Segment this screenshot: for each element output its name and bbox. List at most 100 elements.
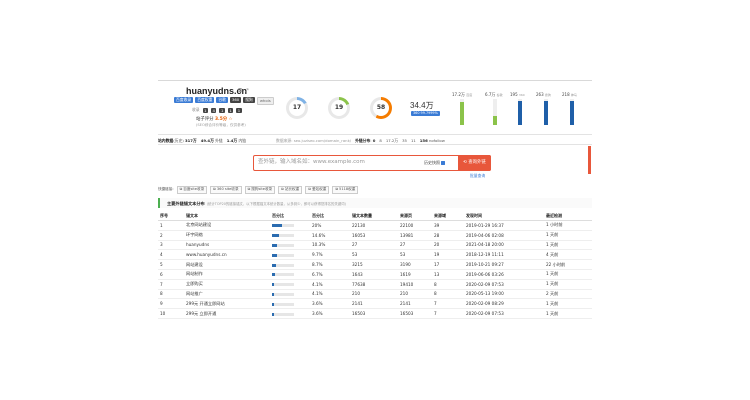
percent-bar-fill (272, 273, 276, 277)
row-domains: 7 (432, 308, 464, 319)
row-pages: 1619 (398, 269, 432, 280)
row-anchor[interactable]: 网站推广 (184, 289, 270, 300)
table-row: 5 网站建设 8.7% 3215 3190 17 2019-10-21 09:27 22 小时… (158, 259, 592, 270)
bar-360-sub: 360 (518, 93, 525, 97)
gauge-3: 58 (370, 97, 392, 119)
row-percent: 9.7% (310, 249, 350, 261)
row-percent-bar (270, 249, 310, 261)
bar-360-track (518, 99, 522, 125)
row-found: 2019-01-29 16:37 (464, 220, 544, 231)
row-count: 22130 (350, 220, 398, 231)
total-links-badge: 360 99.7999% (411, 111, 440, 116)
quick-link-baidu-site[interactable]: ⧉ 百度site收录 (176, 186, 208, 194)
row-index: 1 (158, 220, 184, 231)
row-domains: 8 (432, 289, 464, 300)
gauge-2: 19 (328, 97, 350, 119)
star-icon: ☆ (228, 117, 233, 122)
quick-link-5118-weight[interactable]: ⧉ 5118权重 (332, 186, 359, 194)
row-anchor[interactable]: 299元 立即开通 (184, 308, 270, 319)
row-anchor[interactable]: 299元 开通立即网站 (184, 298, 270, 310)
table-row: 7 立即购买 4.1% 77638 19410 8 2020-02-09 07:53 1 天前 (158, 279, 592, 290)
row-checked: 1 小时前 (544, 220, 592, 231)
total-links-value: 34.4万 (410, 101, 434, 110)
quick-links: 快捷链接: ⧉ 百度site收录 ⧉ 360 site收录 ⧉ 搜狗site收录… (158, 186, 359, 194)
percent-bar (272, 273, 294, 277)
table-row: 4 www.huanyudns.cn 9.7% 53 53 19 2018-12-19 11… (158, 249, 592, 261)
top-divider (158, 80, 592, 81)
col-index: 序号 (158, 212, 184, 221)
search-input[interactable]: 查外链，输入域名如：www.example.com (258, 156, 418, 169)
checkbox-icon[interactable] (441, 161, 445, 165)
divider-1 (158, 134, 592, 135)
row-percent-bar (270, 298, 310, 310)
table-row: 6 网站制作 6.7% 1643 1619 13 2019-06-06 03:26 1 天前 (158, 269, 592, 280)
gauge-2-value: 19 (331, 100, 347, 116)
row-pages: 13981 (398, 230, 432, 241)
index-num-1: 1 (202, 107, 209, 113)
section-title: 主要外链锚文本分布 (167, 200, 205, 206)
batch-query-link[interactable]: 批量查询 (470, 173, 485, 179)
percent-bar-fill (272, 292, 274, 296)
row-anchor[interactable]: 北京网站建设 (184, 220, 270, 231)
row-count: 16053 (350, 230, 398, 241)
row-count: 27 (350, 240, 398, 251)
quick-link-aizhan-weight[interactable]: ⧉ 爱站权重 (305, 186, 330, 194)
quick-link-360-site[interactable]: ⧉ 360 site收录 (210, 186, 242, 194)
copy-link-icon[interactable]: ⧉ ↗ (238, 87, 249, 95)
row-percent: 14.6% (310, 230, 350, 241)
row-anchor[interactable]: 网站制作 (184, 269, 270, 280)
row-percent-bar (270, 259, 310, 270)
bar-360-fill (518, 101, 522, 125)
index-num-4: 1 (227, 107, 234, 113)
badge-360[interactable]: 360 (229, 97, 242, 103)
row-found: 2020-02-09 08:29 (464, 298, 544, 310)
row-anchor[interactable]: www.huanyudns.cn (184, 249, 270, 261)
table-row: 10 299元 立即开通 3.6% 16503 16503 7 2020-02-09 07:… (158, 308, 592, 319)
percent-bar-fill (272, 283, 274, 287)
gauge-3-value: 58 (373, 100, 389, 116)
row-index: 6 (158, 269, 184, 280)
row-found: 2020-05-13 19:00 (464, 289, 544, 300)
quick-link-sogou-site[interactable]: ⧉ 搜狗site收录 (244, 186, 276, 194)
badge-baidu-index[interactable]: 百度收录 (174, 97, 194, 103)
anchor-table: 序号 锚文本 百分比 百分比 锚文本数量 来源页 来源域 发现时间 最近检测 1… (158, 212, 592, 319)
row-found: 2019-04-06 02:08 (464, 230, 544, 241)
badge-baidu-weight[interactable]: 百度权重 (195, 97, 215, 103)
table-body: 1 北京网站建设 20% 22130 22100 39 2019-01-29 16:37 1 … (158, 220, 592, 319)
row-index: 5 (158, 259, 184, 270)
index-row: 收录 1 4 1 1 1 (192, 107, 242, 113)
site-score: 站子评分 3.5分 ☆ (196, 116, 233, 122)
row-checked: 22 小时前 (544, 259, 592, 270)
badge-sogou[interactable]: 搜狗 (243, 97, 255, 103)
bar-baidu-fill (460, 101, 464, 125)
row-pages: 210 (398, 289, 432, 300)
row-anchor[interactable]: 环宇网络 (184, 230, 270, 241)
quick-link-chinaz-weight[interactable]: ⧉ 站长权重 (278, 186, 303, 194)
row-pages: 16503 (398, 308, 432, 319)
percent-bar-fill (272, 234, 280, 238)
row-checked: 1 天前 (544, 298, 592, 310)
percent-bar (272, 253, 294, 257)
row-percent: 20% (310, 220, 350, 231)
gauge-1-value: 17 (289, 100, 305, 116)
badge-google[interactable]: 谷歌 (216, 97, 228, 103)
table-row: 3 huanyudns 10.3% 27 27 20 2021-04-18 20:00 1 天… (158, 240, 592, 251)
row-anchor[interactable]: 立即购买 (184, 279, 270, 290)
quick-links-label: 快捷链接: (158, 187, 174, 192)
percent-bar (272, 224, 294, 228)
table-row: 1 北京网站建设 20% 22130 22100 39 2019-01-29 16:37 1 … (158, 220, 592, 231)
badge-whois[interactable]: whois (256, 97, 274, 105)
bar-google-sub: 谷歌 (496, 93, 503, 97)
row-domains: 17 (432, 259, 464, 270)
row-anchor[interactable]: huanyudns (184, 240, 270, 251)
score-value: 3.5分 (214, 117, 228, 122)
bar-google-fill (493, 115, 497, 125)
row-anchor[interactable]: 网站建设 (184, 259, 270, 270)
bar-360-label: 195 (510, 92, 518, 97)
history-checkbox[interactable]: 历史快照 (424, 159, 445, 166)
row-index: 7 (158, 279, 184, 290)
gauge-1: 17 (286, 97, 308, 119)
search-button[interactable]: ⟲ 查询外链 (458, 154, 491, 171)
score-label: 站子评分 (196, 117, 214, 122)
row-percent: 3.6% (310, 308, 350, 319)
